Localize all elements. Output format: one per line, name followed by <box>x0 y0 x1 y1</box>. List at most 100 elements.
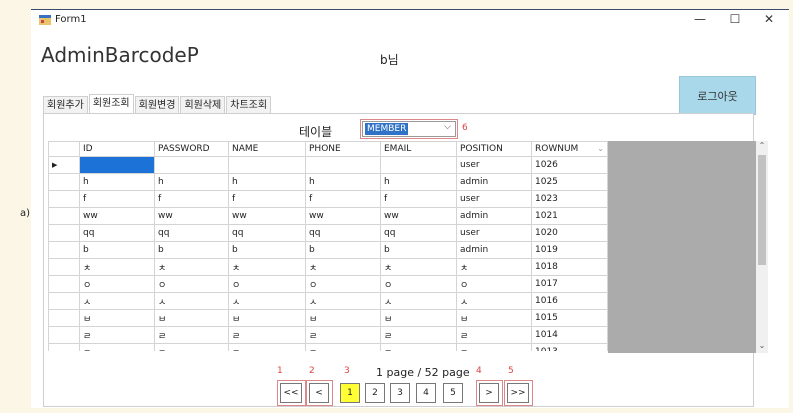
table-cell[interactable] <box>79 156 155 174</box>
close-button[interactable]: ✕ <box>755 12 783 26</box>
table-cell[interactable]: h <box>154 173 229 191</box>
table-cell[interactable]: h <box>79 173 155 191</box>
scroll-thumb[interactable] <box>758 155 766 265</box>
table-cell[interactable]: admin <box>456 207 532 225</box>
table-cell[interactable]: b <box>154 241 229 259</box>
table-row[interactable]: qq qq qq qq qq user 1020 <box>48 224 608 242</box>
page-button-3[interactable]: 3 <box>390 383 410 403</box>
table-cell[interactable]: admin <box>456 241 532 259</box>
page-button-4[interactable]: 4 <box>416 383 436 403</box>
table-cell[interactable]: f <box>228 190 306 208</box>
table-row[interactable]: h h h h h admin 1025 <box>48 173 608 191</box>
table-row[interactable]: ㄹㄹㄹㄹㄹㄹ 1014 <box>48 326 608 344</box>
table-cell[interactable]: 1014 <box>531 326 608 344</box>
maximize-button[interactable]: ☐ <box>721 12 749 26</box>
first-page-button[interactable]: << <box>280 383 302 403</box>
table-cell[interactable]: ㅇ <box>305 275 381 293</box>
table-cell[interactable]: admin <box>456 173 532 191</box>
column-header[interactable]: POSITION <box>456 141 532 157</box>
table-cell[interactable]: ㅊ <box>79 258 155 276</box>
table-cell[interactable]: qq <box>79 224 155 242</box>
table-cell[interactable]: f <box>154 190 229 208</box>
table-cell[interactable]: ㄹ <box>154 326 229 344</box>
table-row[interactable]: ㅂㅂㅂㅂㅂㅂ 1015 <box>48 309 608 327</box>
table-cell[interactable]: ㅅ <box>79 292 155 310</box>
table-cell[interactable]: 1016 <box>531 292 608 310</box>
row-header[interactable] <box>48 241 80 259</box>
table-row[interactable]: b b b b b admin 1019 <box>48 241 608 259</box>
row-header[interactable] <box>48 190 80 208</box>
row-header[interactable] <box>48 292 80 310</box>
table-cell[interactable]: 1020 <box>531 224 608 242</box>
table-cell[interactable]: ㅇ <box>79 275 155 293</box>
table-cell[interactable]: ㄷ <box>380 343 457 351</box>
table-cell[interactable]: ㅂ <box>305 309 381 327</box>
table-cell[interactable]: qq <box>380 224 457 242</box>
table-cell[interactable]: f <box>79 190 155 208</box>
table-cell[interactable]: f <box>380 190 457 208</box>
column-header-rownum[interactable]: ROWNUM ⌄ <box>531 141 608 157</box>
table-cell[interactable]: 1013 <box>531 343 608 351</box>
table-row[interactable]: ▶ user 1026 <box>48 156 608 174</box>
table-cell[interactable]: ㄹ <box>305 326 381 344</box>
prev-page-button[interactable]: < <box>309 383 329 403</box>
table-cell[interactable]: b <box>228 241 306 259</box>
table-cell[interactable]: user <box>456 190 532 208</box>
table-cell[interactable]: ㅅ <box>456 292 532 310</box>
table-cell[interactable]: ㅅ <box>154 292 229 310</box>
column-header[interactable]: NAME <box>228 141 306 157</box>
table-cell[interactable]: ㅇ <box>228 275 306 293</box>
table-cell[interactable]: ㅂ <box>79 309 155 327</box>
table-cell[interactable]: ㄷ <box>228 343 306 351</box>
table-cell[interactable]: 1025 <box>531 173 608 191</box>
column-header[interactable]: ID <box>79 141 155 157</box>
row-header[interactable]: ▶ <box>48 156 80 174</box>
table-row[interactable]: ㅅㅅㅅㅅㅅㅅ 1016 <box>48 292 608 310</box>
scroll-up-icon[interactable]: ⌃ <box>756 141 768 153</box>
table-cell[interactable]: ㅂ <box>456 309 532 327</box>
table-cell[interactable]: ㅂ <box>380 309 457 327</box>
row-header[interactable] <box>48 224 80 242</box>
page-button-5[interactable]: 5 <box>443 383 463 403</box>
row-header[interactable] <box>48 207 80 225</box>
table-cell[interactable] <box>228 156 306 174</box>
table-cell[interactable] <box>154 156 229 174</box>
table-cell[interactable]: ww <box>380 207 457 225</box>
table-cell[interactable]: ㅊ <box>456 258 532 276</box>
row-header[interactable] <box>48 258 80 276</box>
next-page-button[interactable]: > <box>479 383 499 403</box>
table-cell[interactable]: ㅇ <box>456 275 532 293</box>
table-row[interactable]: ㅊㅊㅊㅊㅊㅊ 1018 <box>48 258 608 276</box>
table-cell[interactable]: 1015 <box>531 309 608 327</box>
table-cell[interactable]: 1023 <box>531 190 608 208</box>
table-cell[interactable]: ㅂ <box>154 309 229 327</box>
table-cell[interactable]: ㄹ <box>456 326 532 344</box>
row-header[interactable] <box>48 173 80 191</box>
table-cell[interactable]: user <box>456 224 532 242</box>
minimize-button[interactable]: — <box>686 12 714 26</box>
table-cell[interactable]: ㄹ <box>380 326 457 344</box>
row-header[interactable] <box>48 326 80 344</box>
table-cell[interactable]: h <box>305 173 381 191</box>
table-cell[interactable]: b <box>79 241 155 259</box>
table-cell[interactable]: qq <box>228 224 306 242</box>
column-header[interactable]: PASSWORD <box>154 141 229 157</box>
row-header[interactable] <box>48 275 80 293</box>
table-cell[interactable]: 1021 <box>531 207 608 225</box>
logout-button[interactable]: 로그아웃 <box>679 76 756 115</box>
table-cell[interactable]: ㅅ <box>380 292 457 310</box>
table-cell[interactable]: 1017 <box>531 275 608 293</box>
table-cell[interactable]: f <box>305 190 381 208</box>
table-cell[interactable]: 1018 <box>531 258 608 276</box>
table-cell[interactable]: ㅇ <box>154 275 229 293</box>
table-cell[interactable]: ㄹ <box>228 326 306 344</box>
vertical-scrollbar[interactable]: ⌃ ⌄ <box>756 141 768 353</box>
table-cell[interactable]: user <box>456 156 532 174</box>
table-cell[interactable]: qq <box>305 224 381 242</box>
table-row[interactable]: f f f f f user 1023 <box>48 190 608 208</box>
table-cell[interactable]: ㅊ <box>228 258 306 276</box>
table-cell[interactable] <box>305 156 381 174</box>
table-cell[interactable]: ㄹ <box>79 326 155 344</box>
table-cell[interactable]: ㅅ <box>228 292 306 310</box>
table-cell[interactable]: ㄷ <box>79 343 155 351</box>
